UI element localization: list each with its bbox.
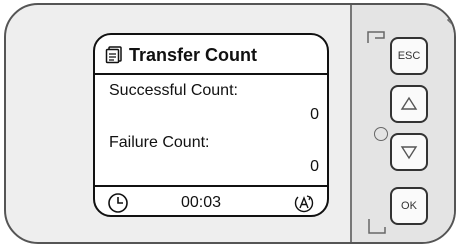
successful-count-value: 0 — [310, 106, 319, 123]
status-led — [374, 127, 388, 141]
screen-title: Transfer Count — [129, 44, 258, 65]
down-arrow-icon — [400, 146, 418, 160]
top-corner-icon — [367, 31, 385, 43]
failure-count-label: Failure Count: — [109, 134, 210, 151]
esc-button[interactable]: ESC — [390, 37, 428, 75]
up-button[interactable] — [390, 85, 428, 123]
header-divider — [95, 73, 327, 75]
ok-button[interactable]: OK — [390, 187, 428, 225]
footer-divider — [95, 185, 327, 187]
diamond-indicator-icon — [446, 12, 454, 28]
successful-count-label: Successful Count: — [109, 82, 238, 99]
lcd-screen: Transfer Count Successful Count: 0 Failu… — [93, 33, 329, 217]
screen-header: Transfer Count — [105, 41, 257, 69]
elapsed-time: 00:03 — [181, 194, 222, 211]
up-arrow-icon — [400, 96, 418, 110]
bottom-corner-icon — [368, 219, 386, 234]
failure-count-value: 0 — [310, 158, 319, 175]
auto-cycle-icon — [294, 195, 314, 213]
documents-icon — [105, 46, 122, 64]
clock-icon — [108, 193, 128, 213]
down-button[interactable] — [390, 133, 428, 171]
